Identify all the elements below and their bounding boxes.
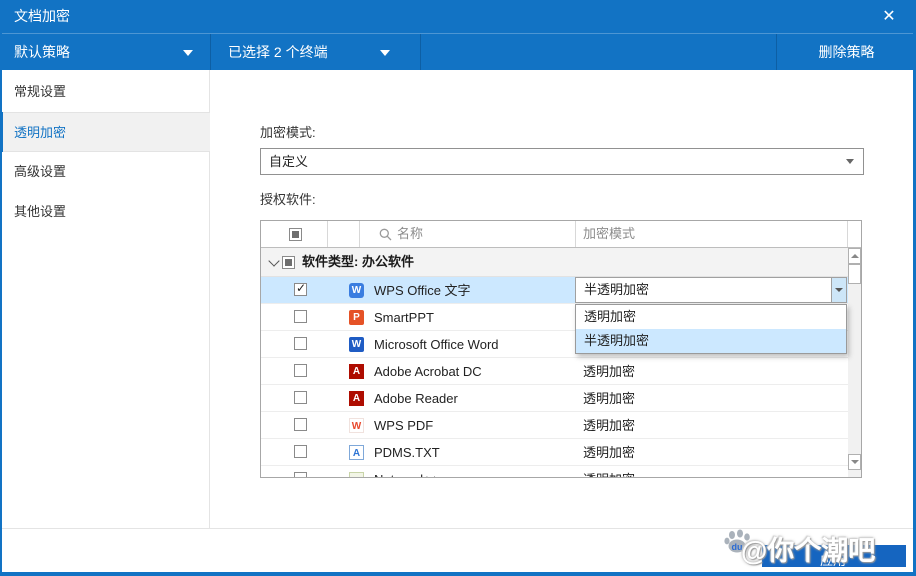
pdms-txt-icon: A	[349, 445, 364, 460]
sidebar-item-transparent-encryption[interactable]: 透明加密	[0, 112, 210, 152]
row-checkbox[interactable]	[294, 283, 307, 296]
table-row[interactable]: A Adobe Reader 透明加密	[261, 385, 861, 412]
row-mode: 透明加密	[583, 466, 635, 478]
smartppt-icon: P	[349, 310, 364, 325]
main-content: 加密模式: 自定义 授权软件: 名称 加密模式	[210, 70, 916, 528]
authorized-software-label: 授权软件:	[260, 189, 316, 208]
default-policy-label: 默认策略	[14, 34, 70, 70]
sidebar-item-other-settings[interactable]: 其他设置	[0, 192, 210, 232]
sidebar-item-label: 高级设置	[14, 152, 66, 192]
chevron-down-icon	[846, 159, 854, 164]
chevron-down-icon	[380, 50, 390, 56]
title-bar: 文档加密 ✕	[0, 0, 916, 33]
scroll-down-button[interactable]	[848, 454, 861, 470]
sidebar-item-general-settings[interactable]: 常规设置	[0, 72, 210, 112]
policy-toolbar: 默认策略 已选择 2 个终端 删除策略	[0, 33, 916, 70]
notepad-icon	[349, 472, 364, 478]
row-mode-value: 半透明加密	[584, 278, 649, 302]
chevron-down-icon	[183, 50, 193, 56]
wps-pdf-icon: W	[349, 418, 364, 433]
window-border	[0, 0, 2, 576]
table-row[interactable]: A Adobe Acrobat DC 透明加密	[261, 358, 861, 385]
column-divider	[847, 221, 848, 247]
row-name: SmartPPT	[374, 304, 434, 331]
watermark-text: @你个潮吧	[741, 529, 875, 568]
table-row[interactable]: W WPS PDF 透明加密	[261, 412, 861, 439]
combobox-arrow-button[interactable]	[831, 278, 846, 302]
row-checkbox[interactable]	[294, 391, 307, 404]
mode-dropdown-list: 透明加密 半透明加密	[575, 304, 847, 354]
close-icon[interactable]: ✕	[878, 6, 900, 28]
row-checkbox[interactable]	[294, 364, 307, 377]
column-divider	[575, 221, 576, 247]
chevron-down-icon[interactable]	[268, 255, 279, 266]
row-name: Adobe Reader	[374, 385, 458, 412]
encryption-mode-label: 加密模式:	[260, 122, 316, 141]
wps-writer-icon: W	[349, 283, 364, 298]
row-name: WPS Office 文字	[374, 277, 471, 304]
column-divider	[359, 221, 360, 247]
row-name: Adobe Acrobat DC	[374, 358, 482, 385]
select-all-checkbox[interactable]	[289, 228, 302, 241]
row-mode: 透明加密	[583, 439, 635, 466]
ms-word-icon: W	[349, 337, 364, 352]
chevron-down-icon	[851, 460, 859, 464]
software-type-group-row[interactable]: 软件类型: 办公软件	[261, 248, 861, 277]
sidebar-item-label: 透明加密	[14, 113, 66, 153]
group-label: 软件类型: 办公软件	[302, 248, 414, 276]
sidebar-item-label: 常规设置	[14, 72, 66, 112]
adobe-acrobat-icon: A	[349, 364, 364, 379]
row-checkbox[interactable]	[294, 445, 307, 458]
sidebar-item-label: 其他设置	[14, 192, 66, 232]
scroll-up-button[interactable]	[848, 248, 861, 264]
column-header-mode[interactable]: 加密模式	[583, 221, 635, 247]
row-mode: 透明加密	[583, 385, 635, 412]
row-name: Microsoft Office Word	[374, 331, 499, 358]
window-border	[0, 572, 916, 576]
encryption-mode-value: 自定义	[269, 149, 308, 174]
row-checkbox[interactable]	[294, 310, 307, 323]
row-checkbox[interactable]	[294, 418, 307, 431]
dropdown-option-semitransparent[interactable]: 半透明加密	[576, 329, 846, 353]
document-encryption-window: 文档加密 ✕ 默认策略 已选择 2 个终端 删除策略 常规设置 透明加密 高级设…	[0, 0, 916, 576]
default-policy-dropdown[interactable]: 默认策略	[0, 34, 210, 70]
scrollbar-thumb[interactable]	[848, 264, 861, 284]
search-icon[interactable]	[379, 228, 392, 246]
group-checkbox[interactable]	[282, 256, 295, 269]
chevron-up-icon	[851, 254, 859, 258]
row-name: PDMS.TXT	[374, 439, 440, 466]
row-name: Notepad++	[374, 466, 438, 478]
authorized-software-table: 名称 加密模式 软件类型: 办公软件 W WPS Office 文字 半透明加密	[260, 220, 862, 478]
encryption-mode-select[interactable]: 自定义	[260, 148, 864, 175]
row-mode: 透明加密	[583, 412, 635, 439]
window-title: 文档加密	[14, 0, 70, 33]
row-name: WPS PDF	[374, 412, 433, 439]
row-checkbox[interactable]	[294, 472, 307, 478]
table-row[interactable]: A PDMS.TXT 透明加密	[261, 439, 861, 466]
table-header: 名称 加密模式	[261, 221, 861, 248]
settings-sidebar: 常规设置 透明加密 高级设置 其他设置	[0, 70, 210, 528]
table-row[interactable]: W WPS Office 文字 半透明加密	[261, 277, 861, 304]
toolbar-divider	[420, 34, 421, 70]
table-row[interactable]: Notepad++ 透明加密	[261, 466, 861, 478]
row-mode: 透明加密	[583, 358, 635, 385]
adobe-reader-icon: A	[349, 391, 364, 406]
vertical-scrollbar[interactable]	[848, 248, 861, 477]
column-divider	[327, 221, 328, 247]
column-header-name[interactable]: 名称	[397, 221, 423, 247]
terminal-selection-label: 已选择 2 个终端	[228, 34, 328, 70]
sidebar-item-advanced-settings[interactable]: 高级设置	[0, 152, 210, 192]
terminal-selection-dropdown[interactable]: 已选择 2 个终端	[211, 34, 420, 70]
chevron-down-icon	[835, 288, 843, 292]
delete-policy-button[interactable]: 删除策略	[777, 34, 916, 70]
row-mode-combobox[interactable]: 半透明加密	[575, 277, 847, 303]
row-checkbox[interactable]	[294, 337, 307, 350]
dropdown-option-transparent[interactable]: 透明加密	[576, 305, 846, 329]
